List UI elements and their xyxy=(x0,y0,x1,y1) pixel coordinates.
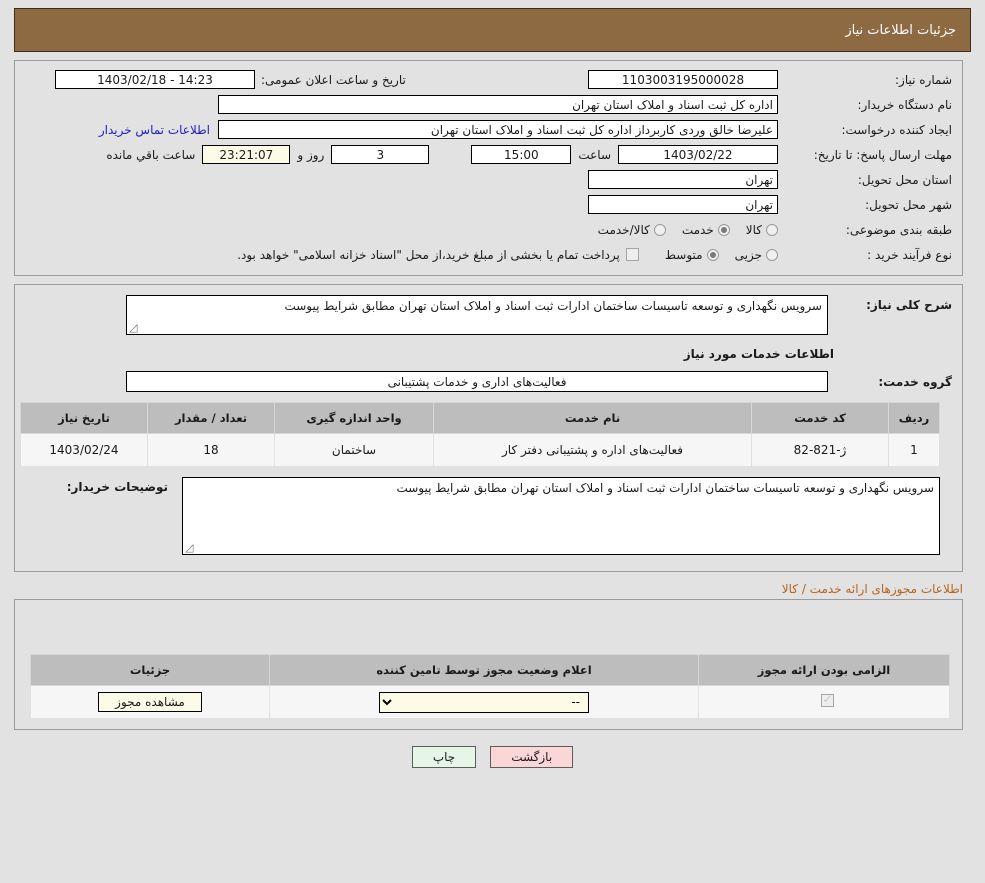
services-section-title: اطلاعات خدمات مورد نیاز xyxy=(683,347,834,361)
need-description-value: سرویس نگهداری و توسعه تاسیسات ساختمان اد… xyxy=(284,299,822,313)
city-label: شهر محل تحویل: xyxy=(865,197,952,212)
province-label: استان محل تحویل: xyxy=(857,172,952,187)
cell-quantity: 18 xyxy=(147,433,275,467)
col-permit-required: الزامی بودن ارائه مجوز xyxy=(698,654,950,686)
col-need-date: تاریخ نیاز xyxy=(20,402,148,434)
permits-panel: الزامی بودن ارائه مجوز اعلام وضعیت مجوز … xyxy=(14,599,963,730)
buyer-notes-textarea[interactable]: سرویس نگهداری و توسعه تاسیسات ساختمان اد… xyxy=(182,477,940,555)
services-table: ردیف کد خدمت نام خدمت واحد اندازه گیری ت… xyxy=(20,402,940,467)
row-need-number: شماره نیاز: 1103003195000028 تاریخ و ساع… xyxy=(25,69,952,90)
row-service-group: گروه خدمت: فعالیت‌های اداری و خدمات پشتی… xyxy=(25,371,952,392)
col-permit-details: جزئیات xyxy=(30,654,270,686)
need-summary-panel: شماره نیاز: 1103003195000028 تاریخ و ساع… xyxy=(14,60,963,276)
need-number-label: شماره نیاز: xyxy=(895,72,952,87)
city-value: تهران xyxy=(588,195,778,214)
row-request-creator: ایجاد کننده درخواست: علیرضا خالق وردی کا… xyxy=(25,119,952,140)
col-name: نام خدمت xyxy=(433,402,752,434)
radio-icon[interactable] xyxy=(717,223,730,236)
category-label: طبقه بندی موضوعی: xyxy=(845,222,952,237)
cell-permit-details: مشاهده مجوز xyxy=(30,685,270,719)
creator-label: ایجاد کننده درخواست: xyxy=(841,122,952,137)
cell-permit-status: -- xyxy=(269,685,699,719)
deadline-date-value: 1403/02/22 xyxy=(618,145,778,164)
permits-table: الزامی بودن ارائه مجوز اعلام وضعیت مجوز … xyxy=(30,654,950,719)
province-value: تهران xyxy=(588,170,778,189)
row-subject-category: طبقه بندی موضوعی: کالا خدمت کالا/خدمت xyxy=(25,219,952,240)
buyer-notes-label: توضیحات خریدار: xyxy=(66,480,168,494)
process-label: نوع فرآیند خرید : xyxy=(867,247,952,262)
publish-date-label: تاریخ و ساعت اعلان عمومی: xyxy=(261,72,406,87)
row-response-deadline: مهلت ارسال پاسخ: تا تاریخ: 1403/02/22 سا… xyxy=(25,144,952,165)
print-button[interactable]: چاپ xyxy=(411,746,477,768)
need-number-value: 1103003195000028 xyxy=(588,70,778,89)
table-row: 1 ژ-821-82 فعالیت‌های اداره و پشتیبانی د… xyxy=(20,433,940,467)
radio-process-minor[interactable]: جزیی xyxy=(735,248,778,262)
cell-code: ژ-821-82 xyxy=(751,433,889,467)
cell-name: فعالیت‌های اداره و پشتیبانی دفتر کار xyxy=(433,433,752,467)
need-description-textarea[interactable]: سرویس نگهداری و توسعه تاسیسات ساختمان اد… xyxy=(126,295,828,335)
cell-permit-required xyxy=(698,685,950,719)
publish-date-value: 14:23 - 1403/02/18 xyxy=(55,70,255,89)
radio-process-medium-label: متوسط xyxy=(664,247,703,262)
row-delivery-province: استان محل تحویل: تهران xyxy=(25,169,952,190)
permit-required-checkbox xyxy=(820,692,834,707)
cell-index: 1 xyxy=(888,433,940,467)
need-description-label: شرح کلی نیاز: xyxy=(866,298,952,312)
radio-icon[interactable] xyxy=(653,223,666,236)
col-index: ردیف xyxy=(888,402,940,434)
permits-section-title: اطلاعات مجوزهای ارائه خدمت / کالا xyxy=(781,582,963,596)
radio-process-medium[interactable]: متوسط xyxy=(665,248,719,262)
row-purchase-process: نوع فرآیند خرید : جزیی متوسط پرداخت تمام… xyxy=(25,244,952,265)
row-delivery-city: شهر محل تحویل: تهران xyxy=(25,194,952,215)
radio-category-service-label: خدمت xyxy=(681,222,714,237)
remaining-days-value: 3 xyxy=(331,145,430,164)
table-row: -- مشاهده مجوز xyxy=(30,685,950,719)
treasury-bonds-checkbox[interactable] xyxy=(625,248,639,261)
cell-need-date: 1403/02/24 xyxy=(20,433,148,467)
radio-category-goods-label: کالا xyxy=(745,222,762,237)
radio-category-goods-service-label: کالا/خدمت xyxy=(597,222,650,237)
view-permit-button[interactable]: مشاهده مجوز xyxy=(98,692,202,712)
deadline-label: مهلت ارسال پاسخ: تا تاریخ: xyxy=(813,147,952,162)
radio-category-goods-service[interactable]: کالا/خدمت xyxy=(598,223,666,237)
treasury-bonds-note: پرداخت تمام یا بخشی از مبلغ خرید،از محل … xyxy=(237,247,620,262)
service-group-value: فعالیت‌های اداری و خدمات پشتیبانی xyxy=(126,371,828,392)
radio-icon[interactable] xyxy=(766,248,778,261)
buyer-org-value: اداره کل ثبت اسناد و املاک استان تهران xyxy=(218,95,778,114)
resize-grip-icon[interactable]: ◺ xyxy=(129,321,137,334)
radio-icon[interactable] xyxy=(706,248,719,261)
radio-category-goods[interactable]: کالا xyxy=(746,223,778,237)
col-permit-status: اعلام وضعیت مجوز توسط تامین کننده xyxy=(269,654,699,686)
radio-category-service[interactable]: خدمت xyxy=(682,223,730,237)
cell-unit: ساختمان xyxy=(274,433,434,467)
countdown-timer: 23:21:07 xyxy=(202,145,291,164)
need-details-panel: شرح کلی نیاز: سرویس نگهداری و توسعه تاسی… xyxy=(14,284,963,572)
footer-actions: بازگشت چاپ xyxy=(0,746,985,768)
buyer-notes-value: سرویس نگهداری و توسعه تاسیسات ساختمان اد… xyxy=(396,481,934,495)
col-quantity: تعداد / مقدار xyxy=(147,402,275,434)
page-header: جزئیات اطلاعات نیاز xyxy=(14,8,971,52)
back-button[interactable]: بازگشت xyxy=(490,746,574,768)
buyer-org-label: نام دستگاه خریدار: xyxy=(857,97,953,112)
row-need-description: شرح کلی نیاز: سرویس نگهداری و توسعه تاسی… xyxy=(25,295,952,335)
radio-process-minor-label: جزیی xyxy=(734,247,762,262)
resize-grip-icon[interactable]: ◺ xyxy=(185,541,193,554)
page-title: جزئیات اطلاعات نیاز xyxy=(845,22,956,38)
service-group-label: گروه خدمت: xyxy=(878,374,952,389)
buyer-contact-link[interactable]: اطلاعات تماس خریدار xyxy=(91,123,218,137)
permits-table-header-row: الزامی بودن ارائه مجوز اعلام وضعیت مجوز … xyxy=(30,654,950,686)
deadline-time-value: 15:00 xyxy=(471,145,572,164)
col-code: کد خدمت xyxy=(751,402,889,434)
deadline-time-label: ساعت xyxy=(578,147,611,162)
col-unit: واحد اندازه گیری xyxy=(274,402,434,434)
permit-status-select[interactable]: -- xyxy=(379,691,589,713)
countdown-label: ساعت باقي مانده xyxy=(106,147,196,162)
services-table-header-row: ردیف کد خدمت نام خدمت واحد اندازه گیری ت… xyxy=(20,402,940,434)
row-buyer-notes: سرویس نگهداری و توسعه تاسیسات ساختمان اد… xyxy=(25,477,952,555)
row-buyer-org: نام دستگاه خریدار: اداره کل ثبت اسناد و … xyxy=(25,94,952,115)
creator-value: علیرضا خالق وردی کاربرداز اداره کل ثبت ا… xyxy=(218,120,778,139)
radio-icon[interactable] xyxy=(766,223,778,236)
remaining-days-label: روز و xyxy=(297,147,325,162)
